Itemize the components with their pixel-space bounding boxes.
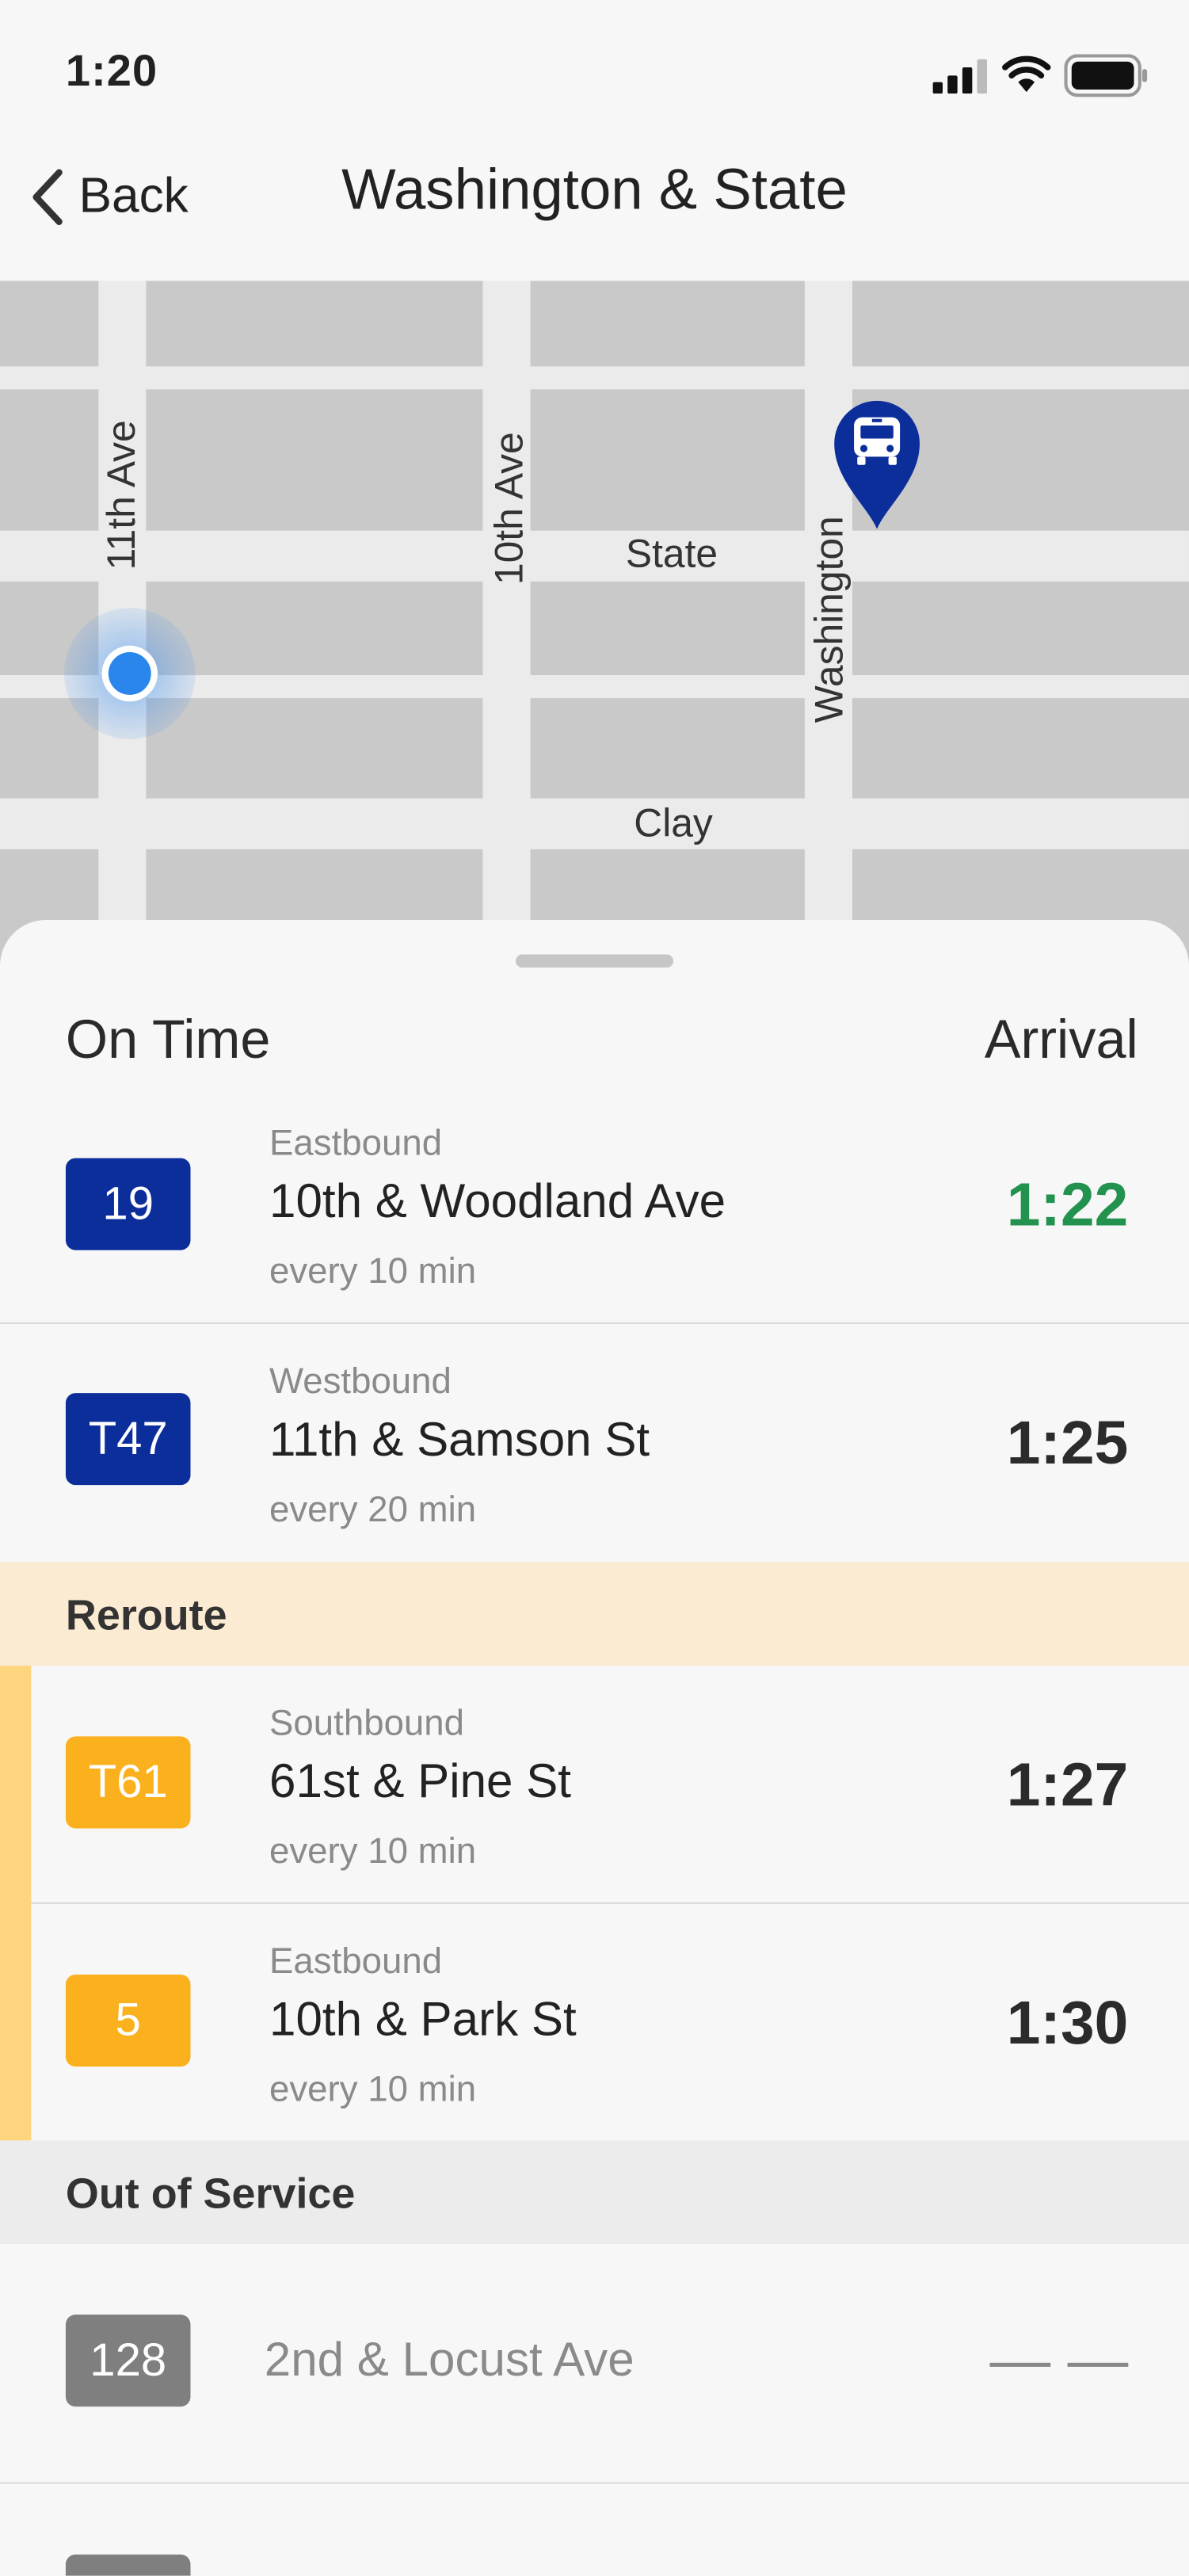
route-badge bbox=[65, 2554, 191, 2576]
on-time-header: On Time bbox=[65, 1008, 271, 1070]
route-direction: Eastbound bbox=[269, 1940, 443, 1982]
route-badge: 128 bbox=[65, 2315, 191, 2407]
arrival-header: Arrival bbox=[984, 1008, 1138, 1070]
road bbox=[0, 530, 1189, 582]
route-destination: 11th & Samson St bbox=[269, 1414, 650, 1467]
route-destination: 2nd & Locust Ave bbox=[264, 2334, 635, 2387]
reroute-section-header: Reroute bbox=[0, 1562, 1189, 1666]
out-of-service-label: Out of Service bbox=[65, 2168, 356, 2218]
route-frequency: every 20 min bbox=[269, 1488, 477, 1530]
battery-icon bbox=[1064, 54, 1148, 97]
street-label-state: State bbox=[625, 532, 718, 577]
status-time: 1:20 bbox=[65, 46, 158, 96]
map-view[interactable]: 11th Ave 10th Ave Washington State Clay bbox=[0, 280, 1189, 971]
route-destination: 61st & Pine St bbox=[269, 1756, 572, 1809]
out-of-service-section-header: Out of Service bbox=[0, 2140, 1189, 2244]
arrival-time: 1:27 bbox=[1006, 1751, 1129, 1819]
arrival-time: 1:22 bbox=[1006, 1171, 1129, 1239]
street-label-washington: Washington bbox=[808, 516, 852, 723]
route-row[interactable]: T61 Southbound 61st & Pine St every 10 m… bbox=[0, 1666, 1189, 1904]
route-direction: Eastbound bbox=[269, 1121, 443, 1163]
route-badge: T61 bbox=[65, 1736, 191, 1829]
page-title: Washington & State bbox=[341, 158, 848, 222]
road bbox=[482, 280, 531, 971]
route-direction: Southbound bbox=[269, 1701, 465, 1743]
street-label-10th-ave: 10th Ave bbox=[487, 432, 532, 586]
route-destination: 10th & Park St bbox=[269, 1994, 577, 2047]
bus-stop-pin-icon[interactable] bbox=[831, 398, 923, 532]
route-frequency: every 10 min bbox=[269, 2068, 477, 2109]
route-badge: T47 bbox=[65, 1393, 191, 1486]
road bbox=[0, 366, 1189, 390]
current-location-icon bbox=[63, 608, 196, 739]
route-row[interactable]: 19 Eastbound 10th & Woodland Ave every 1… bbox=[0, 1086, 1189, 1324]
divider bbox=[0, 2482, 1189, 2484]
route-frequency: every 10 min bbox=[269, 1830, 477, 1872]
arrival-time: 1:30 bbox=[1006, 1989, 1129, 2057]
route-badge: 19 bbox=[65, 1158, 191, 1250]
wifi-icon bbox=[1002, 55, 1051, 93]
sheet-grabber[interactable] bbox=[515, 954, 674, 968]
road bbox=[0, 798, 1189, 849]
route-direction: Westbound bbox=[269, 1360, 452, 1402]
reroute-label: Reroute bbox=[65, 1589, 227, 1640]
street-label-11th-ave: 11th Ave bbox=[100, 420, 145, 571]
cellular-signal-icon bbox=[932, 59, 987, 94]
route-frequency: every 10 min bbox=[269, 1250, 477, 1292]
route-row[interactable]: T47 Westbound 11th & Samson St every 20 … bbox=[0, 1324, 1189, 1563]
route-badge: 5 bbox=[65, 1974, 191, 2067]
route-destination: 10th & Woodland Ave bbox=[269, 1176, 726, 1229]
route-row[interactable]: 5 Eastbound 10th & Park St every 10 min … bbox=[0, 1904, 1189, 2143]
arrival-time: 1:25 bbox=[1006, 1409, 1129, 1477]
street-label-clay: Clay bbox=[634, 801, 713, 846]
route-row[interactable]: 128 2nd & Locust Ave — — bbox=[0, 2244, 1189, 2484]
arrivals-sheet: On Time Arrival 19 Eastbound 10th & Wood… bbox=[0, 919, 1189, 2576]
arrival-time: — — bbox=[989, 2326, 1129, 2394]
